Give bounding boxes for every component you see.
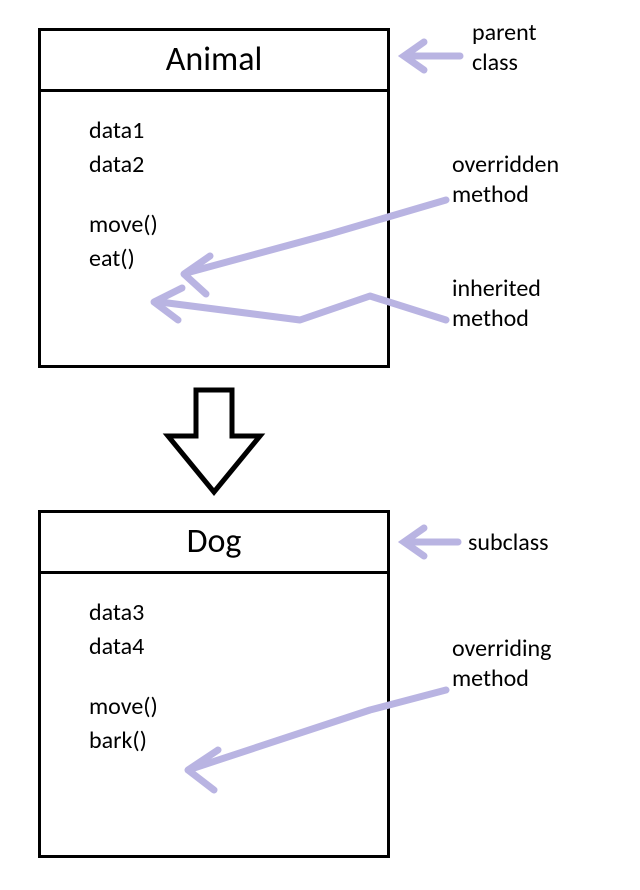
subclass-arrow-icon bbox=[404, 528, 458, 556]
annot-text: method bbox=[452, 304, 529, 333]
annot-parent-class: parent class bbox=[472, 18, 537, 78]
child-method-line: bark() bbox=[89, 724, 387, 758]
parent-method-line: move() bbox=[89, 208, 387, 242]
parent-data-line: data1 bbox=[89, 114, 387, 148]
parent-data-line: data2 bbox=[89, 148, 387, 182]
annot-text: subclass bbox=[468, 528, 549, 557]
diagram-stage: Animal data1 data2 move() eat() Dog data… bbox=[0, 0, 640, 890]
parent-data-group: data1 data2 bbox=[89, 114, 387, 182]
annot-text: inherited bbox=[452, 274, 541, 303]
parent-method-line: eat() bbox=[89, 242, 387, 276]
annot-overridden: overridden method bbox=[452, 150, 559, 210]
annot-text: class bbox=[472, 48, 518, 77]
child-methods-group: move() bark() bbox=[89, 690, 387, 758]
annot-text: method bbox=[452, 664, 529, 693]
child-class-title: Dog bbox=[41, 513, 387, 574]
annot-inherited: inherited method bbox=[452, 274, 541, 334]
parent-class-box: Animal data1 data2 move() eat() bbox=[38, 28, 390, 368]
parent-class-arrow-icon bbox=[404, 42, 460, 70]
child-method-line: move() bbox=[89, 690, 387, 724]
child-data-group: data3 data4 bbox=[89, 596, 387, 664]
annot-overriding: overriding method bbox=[452, 634, 551, 694]
annot-text: method bbox=[452, 180, 529, 209]
parent-class-title: Animal bbox=[41, 31, 387, 92]
child-data-line: data4 bbox=[89, 630, 387, 664]
inheritance-arrow-icon bbox=[168, 390, 260, 492]
annot-text: parent bbox=[472, 18, 537, 47]
parent-methods-group: move() eat() bbox=[89, 208, 387, 276]
child-data-line: data3 bbox=[89, 596, 387, 630]
annot-text: overridden bbox=[452, 150, 559, 179]
child-class-box: Dog data3 data4 move() bark() bbox=[38, 510, 390, 858]
annot-text: overriding bbox=[452, 634, 551, 663]
annot-subclass: subclass bbox=[468, 528, 549, 558]
parent-class-body: data1 data2 move() eat() bbox=[41, 92, 387, 276]
child-class-body: data3 data4 move() bark() bbox=[41, 574, 387, 758]
